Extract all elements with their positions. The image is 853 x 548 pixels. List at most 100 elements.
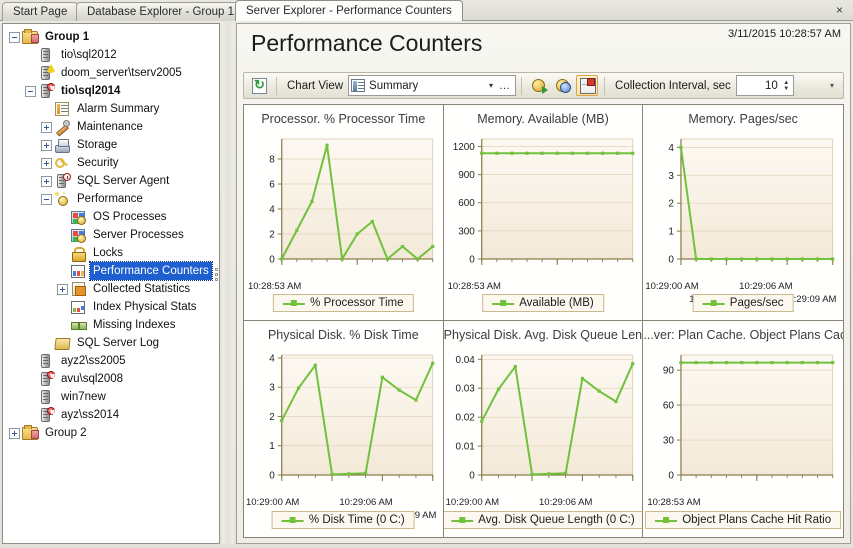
chart-plot-area: 0 2 4 6 8 (244, 131, 443, 281)
expand-icon[interactable] (57, 283, 68, 295)
chart-legend[interactable]: Avg. Disk Queue Length (0 C:) (443, 511, 643, 529)
tree-node-locks[interactable]: Locks (5, 244, 219, 262)
tree-node-tio-sql2014[interactable]: tio\sql2014 (5, 82, 219, 100)
toolbar-separator (276, 76, 277, 95)
chart-panel-1[interactable]: Processor. % Processor Time 0 2 4 6 8 10:28:53… (244, 105, 444, 321)
tree-node-label: SQL Server Log (77, 337, 160, 349)
x-tick-label: 10:28:53 AM (647, 497, 701, 508)
wrench-icon-shape (55, 120, 70, 134)
server-processes-icon (70, 227, 87, 243)
svg-text:4: 4 (269, 204, 275, 215)
remove-counter-icon[interactable] (552, 75, 574, 96)
vertical-splitter[interactable] (222, 23, 234, 544)
chevron-down-icon[interactable]: ▾ (485, 81, 497, 90)
collection-interval-stepper[interactable]: 10 ▲ ▼ (735, 75, 794, 96)
chart-legend[interactable]: % Processor Time (273, 294, 414, 312)
tree-node-collected-statistics[interactable]: Collected Statistics (5, 280, 219, 298)
tree-node-performance[interactable]: Performance (5, 190, 219, 208)
svg-text:1: 1 (669, 227, 675, 238)
chart-panel-5[interactable]: Physical Disk. Avg. Disk Queue Length 0 0.… (443, 321, 644, 537)
collapse-icon[interactable] (41, 193, 52, 205)
expand-icon[interactable] (41, 157, 52, 169)
tab-server-explorer[interactable]: Server Explorer - Performance Counters (235, 0, 463, 21)
tree-node-alarm-summary[interactable]: Alarm Summary (5, 100, 219, 118)
storage-icon-shape (55, 139, 70, 153)
tree-node-server-processes[interactable]: Server Processes (5, 226, 219, 244)
summary-icon (351, 79, 366, 92)
toolbar-overflow-icon[interactable]: ▾ (824, 81, 840, 90)
tree-splitter-grip[interactable] (215, 266, 220, 292)
tree-node-avu-sql2008[interactable]: avu\sql2008 (5, 370, 219, 388)
x-tick-label: 10:29:00 AM (245, 497, 300, 508)
add-counter-icon[interactable] (528, 75, 550, 96)
legend-series-marker-icon (492, 299, 515, 308)
svg-text:1: 1 (269, 441, 275, 452)
tree-node-security[interactable]: Security (5, 154, 219, 172)
svg-text:8: 8 (269, 154, 275, 165)
object-tree[interactable]: Group 1 tio\sql2012 doom_server\tserv2005 t… (3, 24, 219, 543)
expand-icon[interactable] (41, 139, 52, 151)
tree-node-label: Storage (77, 139, 118, 151)
tree-node-performance-counters[interactable]: Performance Counters (5, 261, 219, 281)
chart-plot-area: 0 1 2 3 4 (244, 347, 443, 497)
tab-start-page[interactable]: Start Page (2, 2, 79, 21)
os-processes-icon (70, 209, 87, 225)
collapse-icon[interactable] (25, 85, 36, 97)
tree-node-group-1[interactable]: Group 1 (5, 28, 219, 46)
tree-node-sql-server-log[interactable]: SQL Server Log (5, 334, 219, 352)
server-icon-shape (41, 48, 50, 62)
chart-panel-3[interactable]: Memory. Pages/sec 0 1 2 3 4 10:29:00 AM 10:29:0… (643, 105, 843, 321)
chart-legend[interactable]: Pages/sec (692, 294, 794, 312)
chart-legend[interactable]: Object Plans Cache Hit Ratio (645, 511, 842, 529)
tree-node-ayz2-ss2005[interactable]: ayz2\ss2005 (5, 352, 219, 370)
chart-legend[interactable]: % Disk Time (0 C:) (271, 511, 415, 529)
svg-text:0.02: 0.02 (455, 413, 475, 424)
chart-title: ...ver: Plan Cache. Object Plans Cache H… (643, 328, 843, 342)
chart-legend[interactable]: Available (MB) (482, 294, 604, 312)
svg-text:4: 4 (669, 143, 675, 154)
x-tick-label: 10:29:06 AM (339, 497, 393, 508)
tab-database-explorer[interactable]: Database Explorer - Group 1 (76, 2, 246, 21)
chart-title: Processor. % Processor Time (261, 112, 426, 126)
legend-label: Available (MB) (519, 297, 594, 309)
tree-node-label: Server Processes (93, 229, 184, 241)
svg-text:3: 3 (669, 171, 675, 182)
svg-text:2: 2 (269, 412, 275, 423)
chart-view-more-icon[interactable]: … (497, 80, 513, 92)
chart-view-label: Chart View (287, 79, 344, 92)
tree-node-sql-server-agent[interactable]: SQL Server Agent (5, 172, 219, 190)
stepper-arrows[interactable]: ▲ ▼ (782, 80, 791, 92)
tree-node-doom-server-tserv2005[interactable]: doom_server\tserv2005 (5, 64, 219, 82)
server-error-icon (38, 371, 55, 387)
tree-node-group-2[interactable]: Group 2 (5, 424, 219, 442)
tree-node-ayz-ss2014[interactable]: ayz\ss2014 (5, 406, 219, 424)
chart-panel-2[interactable]: Memory. Available (MB) 0 300 600 900 1200 10:2… (443, 105, 644, 321)
svg-text:30: 30 (663, 436, 675, 447)
collection-interval-label: Collection Interval, sec (615, 79, 731, 92)
tree-node-label: Missing Indexes (93, 319, 176, 331)
svg-text:0: 0 (469, 254, 475, 265)
chart-plot-area: 0 300 600 900 1200 (444, 131, 643, 281)
lock-icon (70, 245, 87, 262)
detach-window-icon[interactable] (576, 75, 599, 96)
refresh-icon[interactable] (248, 75, 270, 96)
expand-icon[interactable] (41, 175, 52, 187)
expand-icon[interactable] (9, 427, 20, 439)
missing-indexes-icon-shape (71, 320, 87, 331)
collapse-icon[interactable] (9, 31, 20, 43)
tree-node-index-physical-stats[interactable]: Index Physical Stats (5, 298, 219, 316)
chart-panel-6[interactable]: ...ver: Plan Cache. Object Plans Cache H… (643, 321, 843, 537)
close-icon[interactable]: × (832, 3, 847, 18)
collected-statistics-icon-shape (72, 282, 86, 296)
chart-view-select[interactable]: Summary ▾ … (348, 75, 517, 96)
expand-icon[interactable] (41, 121, 52, 133)
missing-indexes-icon (70, 317, 87, 333)
tree-node-tio-sql2012[interactable]: tio\sql2012 (5, 46, 219, 64)
tree-node-maintenance[interactable]: Maintenance (5, 118, 219, 136)
stepper-down-icon[interactable]: ▼ (782, 86, 791, 92)
tree-node-os-processes[interactable]: OS Processes (5, 208, 219, 226)
tree-node-win7new[interactable]: win7new (5, 388, 219, 406)
tree-node-storage[interactable]: Storage (5, 136, 219, 154)
chart-panel-4[interactable]: Physical Disk. % Disk Time 0 1 2 3 4 10:29:00 … (244, 321, 444, 537)
tree-node-missing-indexes[interactable]: Missing Indexes (5, 316, 219, 334)
